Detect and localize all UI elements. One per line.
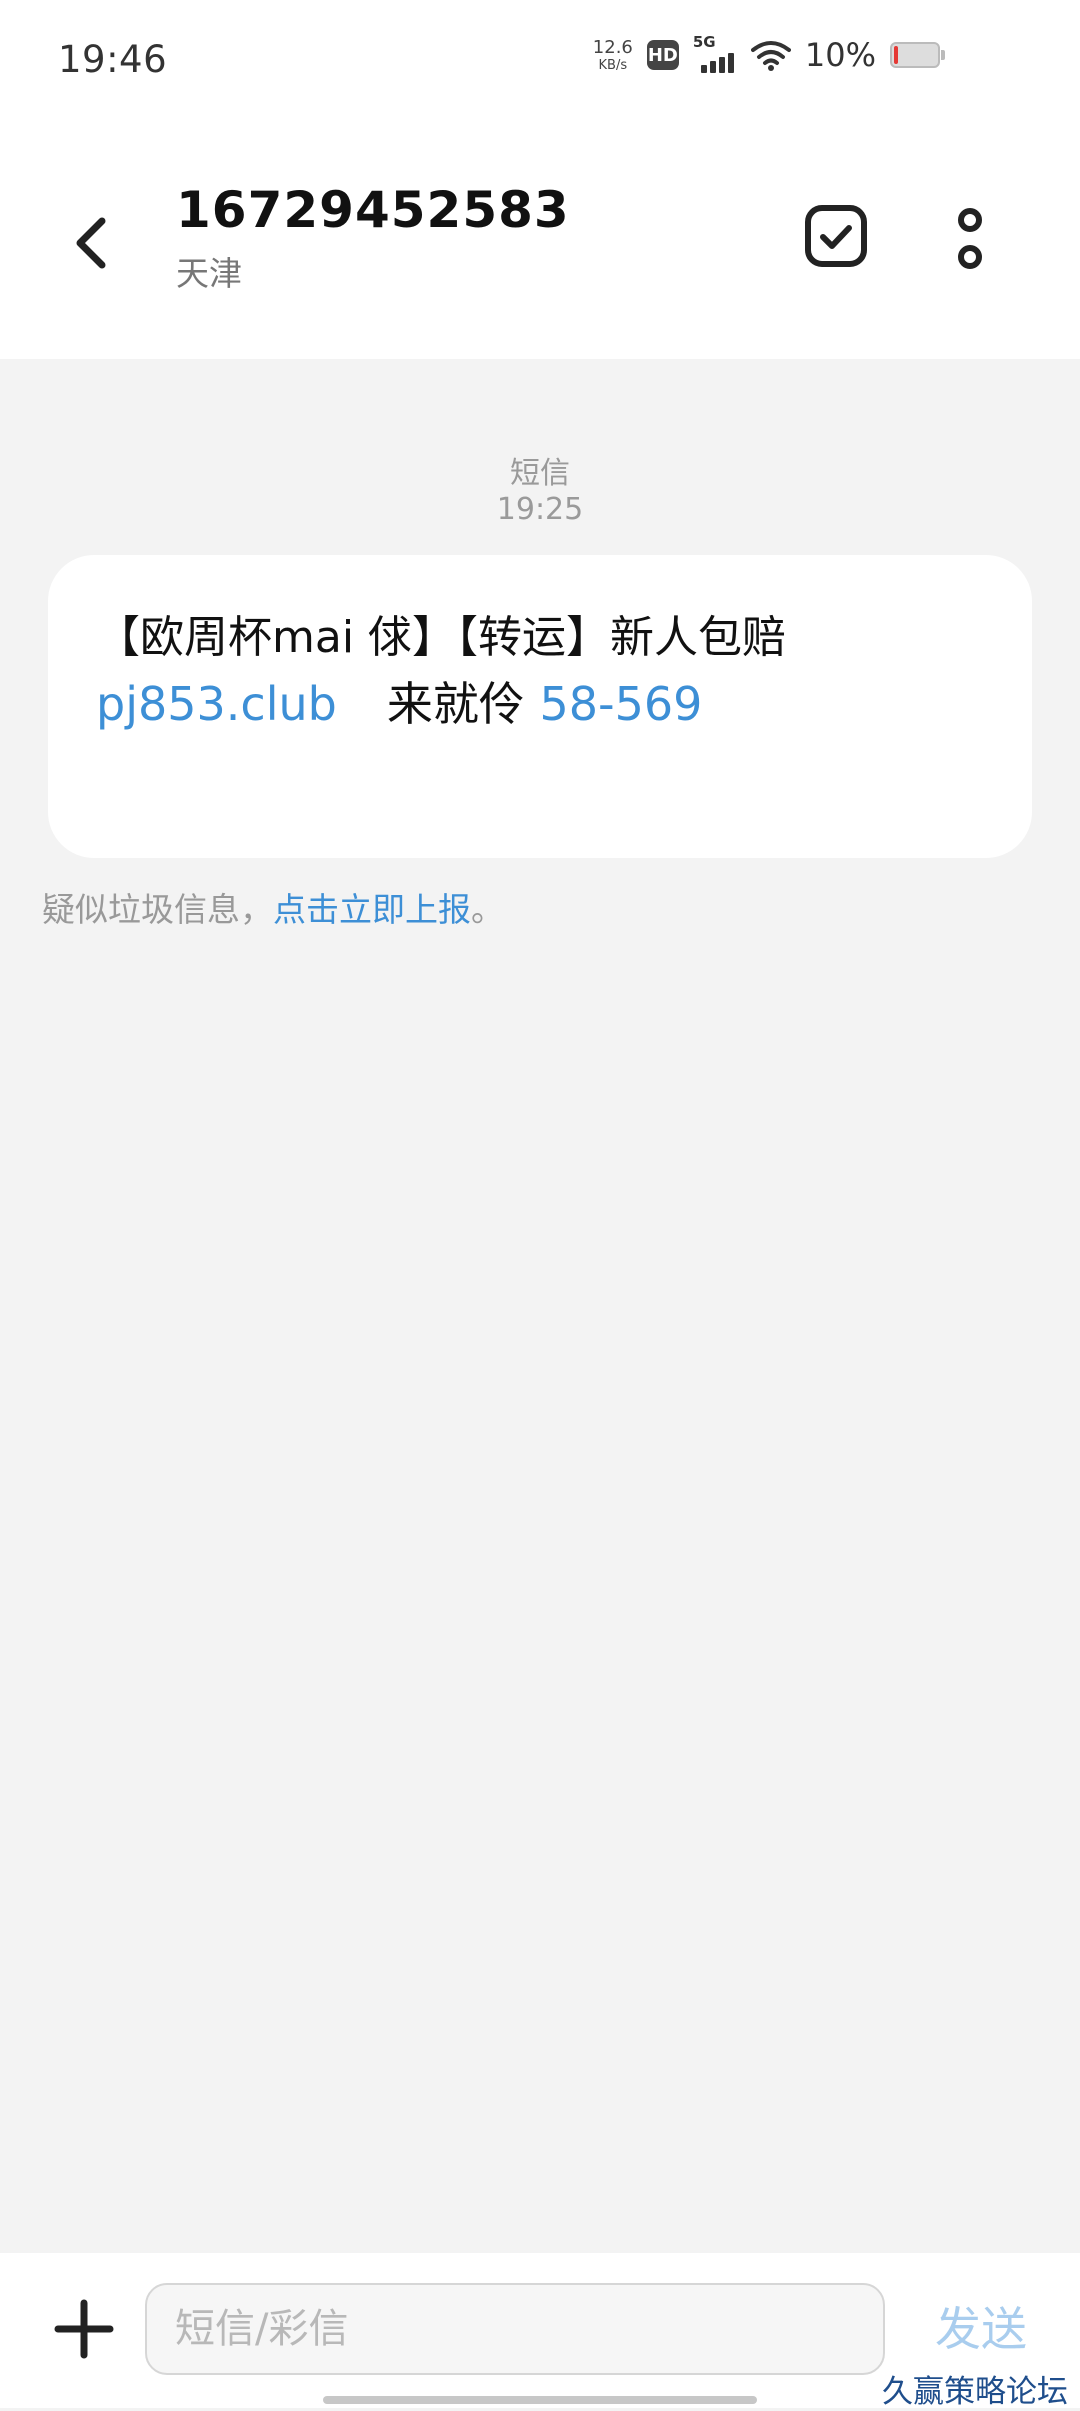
battery-icon: [890, 42, 945, 68]
plus-icon: [54, 2299, 114, 2359]
cellular-signal-icon: 5G: [693, 33, 737, 73]
status-icons: 12.6 KB/s HD 5G 10%: [592, 33, 945, 74]
message-timestamp: 19:25: [496, 492, 584, 527]
contact-number: 16729452583: [176, 181, 570, 239]
status-bar: 19:46 12.6 KB/s HD 5G 10%: [0, 0, 1080, 125]
back-button[interactable]: [50, 193, 130, 293]
message-bubble[interactable]: 【欧周杯mai 俅】【转运】新人包赔 pj853.club 来就伶 58-569: [48, 555, 1032, 858]
more-options-button[interactable]: [940, 195, 1000, 285]
hd-icon: HD: [646, 40, 679, 70]
contact-location: 天津: [176, 254, 242, 293]
battery-percent: 10%: [804, 36, 876, 74]
network-type-label: 5G: [692, 33, 716, 51]
network-speed-unit: KB/s: [598, 57, 628, 73]
network-speed: 12.6 KB/s: [592, 36, 633, 73]
multi-select-button[interactable]: [800, 200, 872, 272]
message-text-fragment: 来就伶: [386, 677, 525, 731]
conversation-header: 16729452583 天津: [0, 125, 1080, 359]
wifi-icon: [750, 41, 791, 71]
message-text-line: pj853.club 来就伶 58-569: [96, 671, 984, 737]
message-input[interactable]: [145, 2283, 885, 2375]
spam-notice: 疑似垃圾信息，点击立即上报。: [42, 883, 504, 931]
more-vertical-icon: [958, 208, 982, 269]
send-button[interactable]: 发送: [935, 2293, 1027, 2359]
network-speed-value: 12.6: [592, 36, 633, 58]
report-spam-link[interactable]: 点击立即上报: [273, 890, 471, 929]
message-url-link[interactable]: pj853.club: [96, 677, 337, 731]
status-time: 19:46: [58, 38, 168, 81]
message-text-line: 【欧周杯mai 俅】【转运】新人包赔: [96, 612, 787, 663]
spam-notice-suffix: 。: [471, 890, 504, 929]
watermark: 久赢策略论坛: [882, 2374, 1068, 2410]
message-type-label: 短信: [510, 456, 570, 491]
spam-notice-text: 疑似垃圾信息，: [42, 890, 273, 929]
chevron-left-icon: [76, 217, 106, 269]
home-indicator[interactable]: [323, 2396, 757, 2404]
message-number-link[interactable]: 58-569: [539, 677, 702, 731]
add-attachment-button[interactable]: [48, 2293, 120, 2365]
checkbox-icon: [805, 205, 867, 267]
battery-level-fill: [894, 46, 898, 64]
